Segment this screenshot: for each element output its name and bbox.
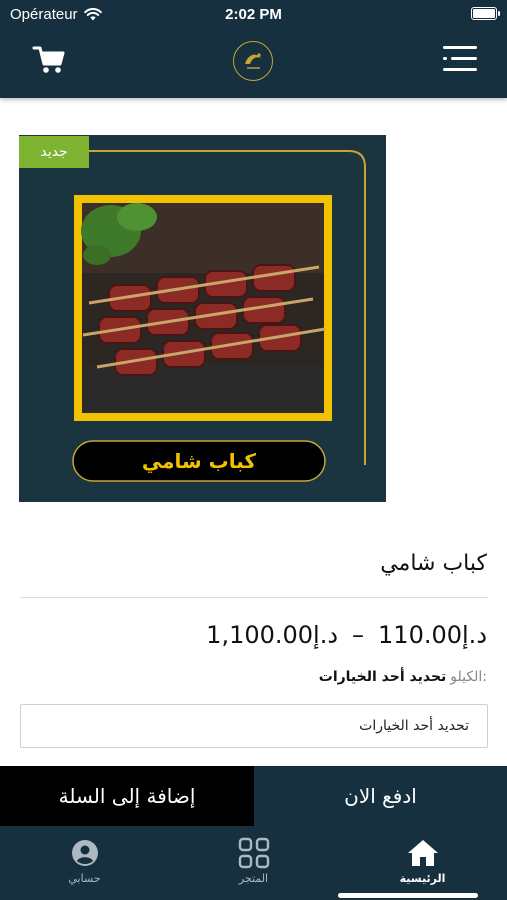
price-min: د.إ110.00	[378, 621, 487, 649]
weight-label: الكيلو:	[450, 669, 487, 685]
pay-now-button[interactable]: ادفع الان	[254, 766, 507, 826]
status-time: 2:02 PM	[225, 6, 282, 23]
store-logo[interactable]	[233, 41, 273, 81]
product-image[interactable]: كباب شامي	[19, 135, 386, 502]
weight-value: تحديد أحد الخيارات	[318, 669, 447, 685]
new-badge: جديد	[19, 136, 89, 168]
weight-select[interactable]: تحديد أحد الخيارات	[20, 704, 488, 748]
divider	[20, 597, 488, 598]
cart-button[interactable]	[32, 45, 66, 75]
price-max: د.إ1,100.00	[206, 621, 339, 649]
product-image-caption: كباب شامي	[141, 449, 257, 473]
price-range: د.إ1,100.00 – د.إ110.00	[206, 621, 487, 649]
menu-icon-line	[451, 57, 477, 60]
price-separator: –	[352, 621, 365, 649]
tab-store-label: المتجر	[238, 872, 269, 885]
menu-icon-line	[443, 68, 477, 71]
add-to-cart-button[interactable]: إضافة إلى السلة	[0, 766, 254, 826]
tab-store[interactable]: المتجر	[169, 826, 338, 900]
tab-account-label: حسابي	[68, 872, 101, 885]
tab-account[interactable]: حسابي	[0, 826, 169, 900]
cart-icon	[32, 46, 65, 73]
tab-home[interactable]: الرئيسية	[338, 826, 507, 900]
grid-icon	[238, 837, 269, 869]
weight-select-placeholder: تحديد أحد الخيارات	[359, 718, 469, 734]
home-indicator	[338, 893, 478, 898]
home-icon	[407, 840, 438, 866]
status-bar: Opérateur 2:02 PM	[0, 0, 507, 30]
menu-icon	[443, 46, 477, 49]
bottom-tab-bar: حسابي المتجر الرئيسية	[0, 826, 507, 900]
menu-icon-dot	[443, 57, 447, 60]
battery-icon	[471, 7, 500, 20]
top-app-bar: Opérateur 2:02 PM	[0, 0, 507, 98]
weight-attribute: تحديد أحد الخيارات الكيلو:	[319, 669, 487, 685]
menu-button[interactable]	[443, 44, 477, 74]
account-icon	[71, 840, 98, 866]
logo-emblem-icon	[245, 53, 261, 69]
product-title: كباب شامي	[380, 551, 487, 576]
action-bar: إضافة إلى السلة ادفع الان	[0, 766, 507, 826]
tab-home-label: الرئيسية	[399, 872, 446, 885]
